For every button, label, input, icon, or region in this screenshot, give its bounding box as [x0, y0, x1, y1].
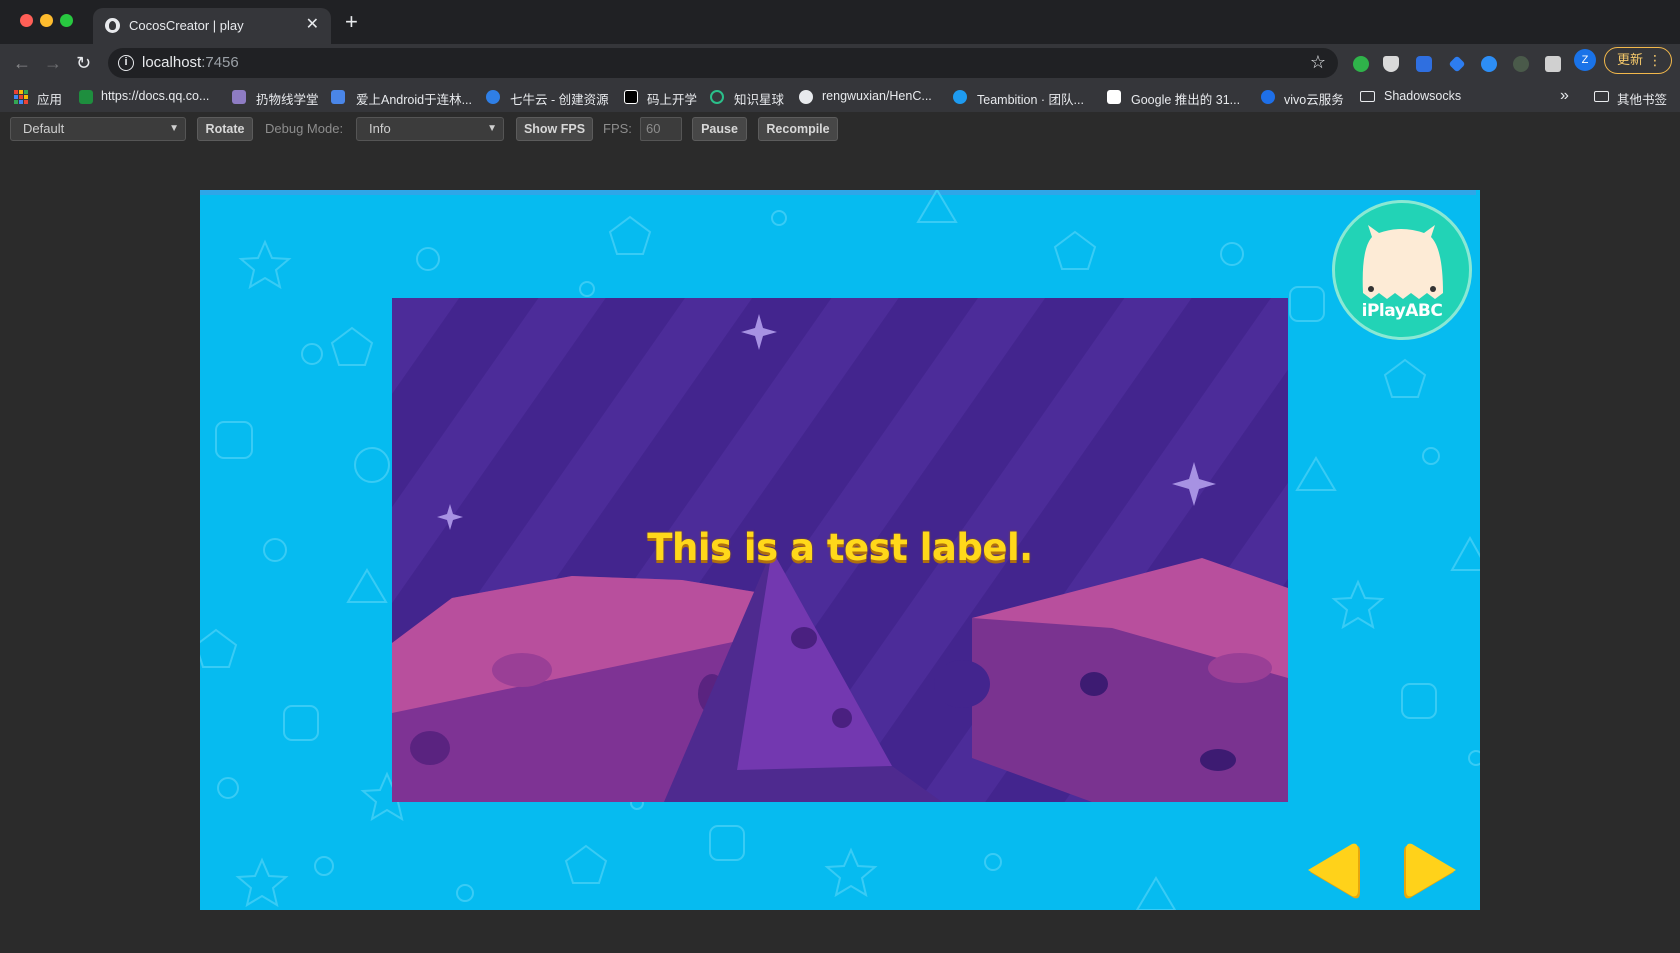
- url-host: localhost: [142, 54, 202, 71]
- other-bookmarks[interactable]: 其他书签: [1617, 89, 1667, 108]
- bookmark-star-icon[interactable]: ☆: [1310, 52, 1326, 73]
- new-tab-button[interactable]: +: [345, 11, 358, 33]
- back-arrow-icon[interactable]: ←: [13, 53, 31, 73]
- debug-mode-select[interactable]: Info ▼: [356, 117, 504, 141]
- fps-label: FPS:: [603, 121, 632, 136]
- device-select-value: Default: [23, 121, 65, 136]
- rengwuxian-avatar-icon: [232, 90, 246, 104]
- chevron-down-icon: ▼: [169, 123, 179, 134]
- bookmark-item[interactable]: 扔物线学堂: [256, 89, 319, 108]
- game-canvas[interactable]: This is a test label. iPlayABC: [200, 190, 1480, 910]
- bookmark-apps[interactable]: 应用: [37, 89, 62, 108]
- tab-close-icon[interactable]: ✕: [306, 16, 319, 34]
- vivo-icon: [1261, 90, 1275, 104]
- docs-icon: [79, 90, 93, 104]
- minimize-window-button[interactable]: [40, 14, 53, 27]
- github-icon: [799, 90, 813, 104]
- puzzle-extensions-icon[interactable]: [1545, 56, 1561, 72]
- bookmark-item[interactable]: 爱上Android于连林...: [356, 89, 472, 108]
- bookmarks-overflow-icon[interactable]: »: [1560, 87, 1569, 105]
- browser-toolbar: ← → ↻ i localhost:7456 ☆: [0, 44, 1680, 82]
- google-icon: [1107, 90, 1121, 104]
- other-bookmarks-folder-icon: [1594, 91, 1609, 102]
- bookmark-item[interactable]: Shadowsocks: [1384, 89, 1461, 103]
- shield-extension-icon[interactable]: [1383, 56, 1399, 72]
- bookmark-item[interactable]: Teambition · 团队...: [977, 89, 1084, 108]
- bookmark-item[interactable]: 七牛云 - 创建资源: [510, 89, 609, 108]
- bookmarks-bar: 应用 https://docs.qq.co... 扔物线学堂 爱上Android…: [0, 82, 1680, 112]
- update-button[interactable]: 更新 ⋮: [1604, 47, 1672, 74]
- kaixue-k-icon: [624, 90, 638, 104]
- pause-button[interactable]: Pause: [692, 117, 747, 141]
- rotate-button[interactable]: Rotate: [197, 117, 253, 141]
- forward-arrow-icon[interactable]: →: [44, 53, 62, 73]
- url-port: :7456: [201, 54, 239, 71]
- zsxq-icon: [710, 90, 724, 104]
- download-extension-icon[interactable]: [1416, 56, 1432, 72]
- address-bar[interactable]: i localhost:7456 ☆: [108, 48, 1338, 78]
- more-menu-icon[interactable]: ⋮: [1648, 48, 1662, 72]
- close-window-button[interactable]: [20, 14, 33, 27]
- url-text[interactable]: localhost:7456: [142, 54, 239, 71]
- apps-grid-icon[interactable]: [14, 90, 28, 104]
- android-avatar-icon: [331, 90, 345, 104]
- tab-title: CocosCreator | play: [129, 18, 244, 33]
- profile-avatar[interactable]: Z: [1574, 49, 1596, 71]
- debug-select-value: Info: [369, 121, 391, 136]
- teambition-icon: [953, 90, 967, 104]
- browser-tab[interactable]: CocosCreator | play ✕: [93, 8, 331, 44]
- scene-stage: This is a test label.: [392, 298, 1288, 802]
- debug-mode-label: Debug Mode:: [265, 121, 344, 136]
- site-info-icon[interactable]: i: [118, 55, 134, 71]
- logo-text: iPlayABC: [1361, 301, 1443, 321]
- folder-icon: [1360, 91, 1375, 102]
- bookmark-item[interactable]: rengwuxian/HenC...: [822, 89, 932, 103]
- update-label: 更新: [1617, 52, 1644, 67]
- bookmark-item[interactable]: Google 推出的 31...: [1131, 89, 1240, 108]
- show-fps-button[interactable]: Show FPS: [516, 117, 593, 141]
- key-extension-icon[interactable]: [1481, 56, 1497, 72]
- bookmark-item[interactable]: vivo云服务: [1284, 89, 1344, 108]
- tab-strip: CocosCreator | play ✕ +: [0, 0, 1680, 44]
- chevron-down-icon: ▼: [487, 123, 497, 134]
- bookmark-item[interactable]: 知识星球: [734, 89, 784, 108]
- qiniu-icon: [486, 90, 500, 104]
- diamond-extension-icon[interactable]: [1448, 55, 1466, 73]
- test-label: This is a test label.: [647, 526, 1033, 569]
- evernote-extension-icon[interactable]: [1353, 56, 1369, 72]
- maximize-window-button[interactable]: [60, 14, 73, 27]
- pen-extension-icon[interactable]: [1513, 56, 1529, 72]
- recompile-button[interactable]: Recompile: [758, 117, 838, 141]
- reload-icon[interactable]: ↻: [76, 53, 91, 73]
- device-select[interactable]: Default ▼: [10, 117, 186, 141]
- fps-input[interactable]: 60: [640, 117, 682, 141]
- next-arrow-button[interactable]: [1402, 842, 1460, 902]
- bookmark-item[interactable]: https://docs.qq.co...: [101, 89, 209, 103]
- previous-arrow-button[interactable]: [1304, 842, 1362, 902]
- bookmark-item[interactable]: 码上开学: [647, 89, 697, 108]
- cocos-favicon-icon: [105, 18, 120, 33]
- iplayabc-logo: iPlayABC: [1332, 200, 1472, 340]
